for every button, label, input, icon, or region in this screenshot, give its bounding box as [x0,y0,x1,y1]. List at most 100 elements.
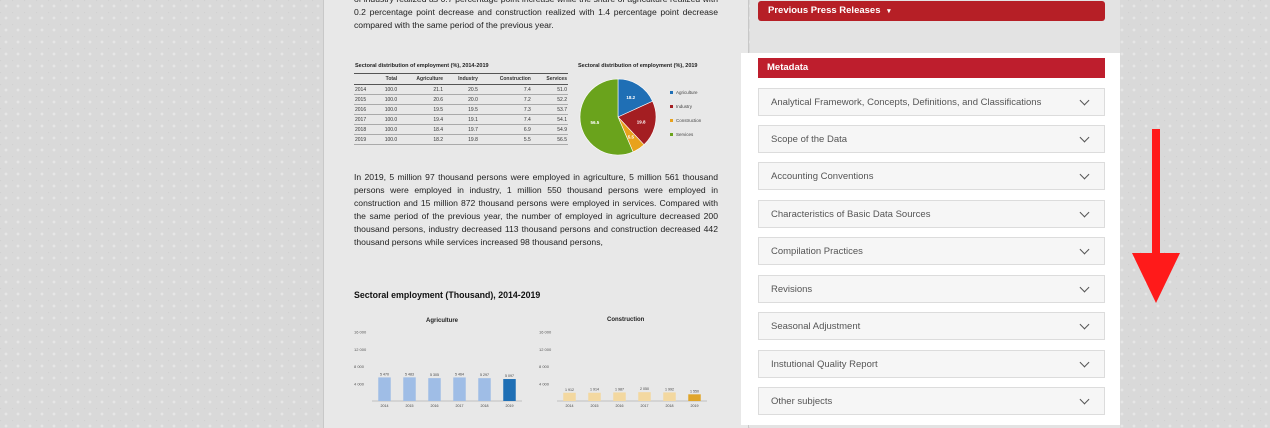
table-header-cell [354,73,375,85]
table-cell: 100.0 [375,84,399,95]
chart-construction-title: Construction [607,317,645,323]
chevron-down-icon [1079,95,1090,105]
bar-chart-construction: 4 000 8 000 12 000 16 000 1 912 2014 1 914 2015… [539,330,707,408]
bar-chart-agriculture: 4 000 8 000 12 000 16 000 5 470 2014 5 483 2015… [354,330,522,408]
pie-chart: 18.2 19.8 5.5 56.5 Agriculture Industry Constr… [579,78,702,156]
down-arrow-icon [1132,129,1180,303]
table-cell: 6.9 [478,124,532,135]
metadata-accordion-item[interactable]: Scope of the Data [758,125,1105,153]
accordion-item-label: Compilation Practices [771,245,863,257]
x-tick-label: 2017 [456,404,464,408]
bar-value-label: 5 483 [405,372,414,376]
section-title: Sectoral employment (Thousand), 2014-201… [354,290,541,300]
table-cell: 54.1 [531,114,568,125]
metadata-accordion-item[interactable]: Other subjects [758,387,1105,415]
metadata-accordion-item[interactable]: Revisions [758,275,1105,303]
y-tick-label: 8 000 [539,364,550,369]
pie-slice-label: 5.5 [628,135,635,140]
table-cell: 54.9 [531,124,568,135]
chevron-down-icon [1079,394,1090,404]
bar [378,377,391,401]
table-cell: 20.6 [398,94,445,105]
metadata-accordion-item[interactable]: Accounting Conventions [758,162,1105,190]
table-title: Sectoral distribution of employment (%),… [355,63,489,69]
table-cell: 20.0 [444,94,479,105]
table-cell: 21.1 [398,84,445,95]
chart-agriculture-title: Agriculture [426,318,459,324]
table-cell: 5.5 [478,134,532,145]
x-tick-label: 2019 [691,404,699,408]
bar [638,392,651,401]
chevron-down-icon [1079,282,1090,292]
table-cell: 56.5 [531,134,568,145]
table-cell: 18.2 [398,134,445,145]
pie-slice-label: 56.5 [591,120,600,125]
bar-value-label: 2 050 [640,387,649,391]
x-tick-label: 2015 [591,404,599,408]
accordion-item-label: Instutional Quality Report [771,358,878,370]
table-cell: 51.0 [531,84,568,95]
table-cell: 100.0 [375,104,399,115]
x-tick-label: 2018 [481,404,489,408]
accordion-item-label: Analytical Framework, Concepts, Definiti… [771,96,1042,108]
y-tick-label: 16 000 [354,330,367,335]
accordion-item-label: Characteristics of Basic Data Sources [771,208,931,220]
y-tick-label: 4 000 [539,381,550,386]
y-tick-label: 12 000 [354,347,367,352]
x-tick-label: 2014 [381,404,389,408]
table-cell: 7.3 [478,104,532,115]
chevron-down-icon [1079,207,1090,217]
bar-value-label: 5 470 [380,372,389,376]
previous-press-releases-label: Previous Press Releases [768,5,881,16]
x-tick-label: 2015 [406,404,414,408]
bar [478,378,491,401]
chevron-down-icon [1079,169,1090,179]
pie-slice-label: 19.8 [637,120,646,125]
table-header-cell: Total [375,73,399,85]
bar [403,377,416,401]
metadata-accordion-item[interactable]: Instutional Quality Report [758,350,1105,378]
metadata-header: Metadata [758,58,1105,78]
table-cell: 100.0 [375,134,399,145]
metadata-accordion-item[interactable]: Characteristics of Basic Data Sources [758,200,1105,228]
x-tick-label: 2016 [431,404,439,408]
paragraph-employment: In 2019, 5 million 97 thousand persons w… [354,172,718,247]
legend-swatch [670,105,673,108]
pie-chart-title: Sectoral distribution of employment (%),… [578,63,698,69]
bar-value-label: 5 097 [505,374,514,378]
previous-press-releases-button[interactable]: Previous Press Releases ▾ [758,1,1105,21]
table-header-cell: Industry [444,73,479,85]
bar [613,392,626,401]
employment-table: Total Agriculture Industry Construction Serv… [354,73,568,145]
table-cell: 19.7 [444,124,479,135]
metadata-accordion-item[interactable]: Seasonal Adjustment [758,312,1105,340]
table-cell: 2014 [354,84,375,95]
table-cell: 7.4 [478,84,532,95]
table-cell: 19.5 [444,104,479,115]
table-cell: 100.0 [375,94,399,105]
table-row: 2014 100.0 21.1 20.5 7.4 51.0 [354,84,568,95]
bar-value-label: 1 912 [565,388,574,392]
accordion-item-label: Seasonal Adjustment [771,320,861,332]
bar [688,394,701,401]
bar-value-label: 5 305 [430,373,439,377]
bar [588,392,601,401]
caret-down-icon: ▾ [887,8,891,15]
table-cell: 100.0 [375,124,399,135]
y-tick-label: 12 000 [539,347,552,352]
table-row: 2019 100.0 18.2 19.8 5.5 56.5 [354,134,568,145]
bar-value-label: 1 987 [615,387,624,391]
chevron-down-icon [1079,357,1090,367]
metadata-accordion-item[interactable]: Analytical Framework, Concepts, Definiti… [758,88,1105,116]
table-cell: 7.4 [478,114,532,125]
metadata-accordion-item[interactable]: Compilation Practices [758,237,1105,265]
bar [503,379,516,401]
x-tick-label: 2014 [566,404,574,408]
bar [563,392,576,401]
bar [663,392,676,401]
y-tick-label: 16 000 [539,330,552,335]
table-row: 2015 100.0 20.6 20.0 7.2 52.2 [354,94,568,105]
table-cell: 52.2 [531,94,568,105]
table-cell: 2018 [354,124,375,135]
table-cell: 19.8 [444,134,479,145]
